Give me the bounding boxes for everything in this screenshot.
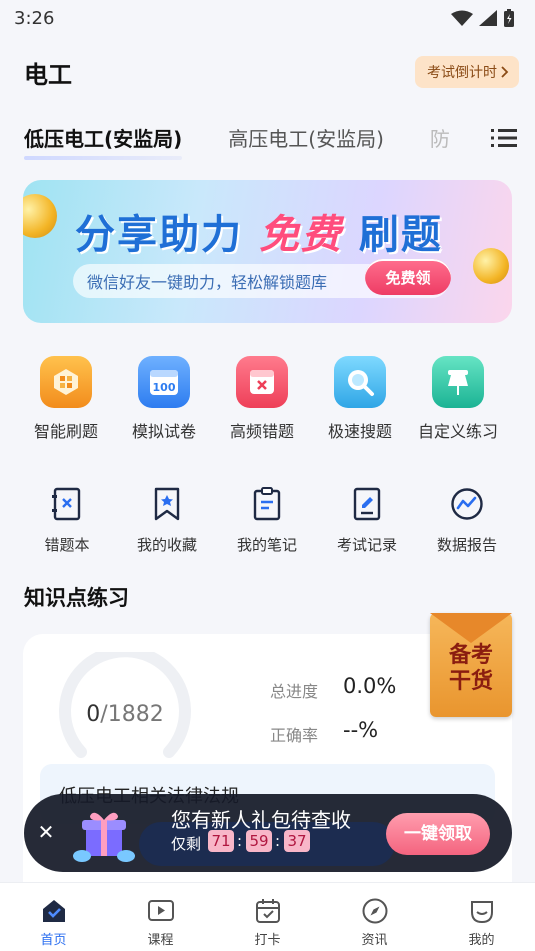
- feature-frequent-mistakes[interactable]: 高频错题: [213, 356, 311, 442]
- home-icon: [42, 900, 65, 922]
- feature-grid: 智能刷题 100 模拟试卷 高频错题 极速搜题 自定义练习: [0, 356, 535, 442]
- status-bar: 3:26: [0, 0, 535, 36]
- progress-total: /1882: [100, 702, 164, 727]
- share-promo-banner[interactable]: 分享助力 免费 刷题 微信好友一键助力，轻松解锁题库 免费领: [23, 180, 512, 323]
- feature-label: 模拟试卷: [131, 422, 196, 441]
- new-user-gift-toast[interactable]: ✕ 您有新人礼包待查收 仅剩 71 : 59 : 37 一键领取: [24, 794, 512, 872]
- tool-label: 数据报告: [436, 536, 497, 554]
- close-icon[interactable]: ✕: [34, 820, 58, 844]
- tab-menu-icon[interactable]: [491, 128, 517, 148]
- bookmark-icon: [147, 484, 187, 524]
- data-report-icon: [447, 484, 487, 524]
- feature-label: 自定义练习: [417, 422, 498, 441]
- quick-search-icon: [334, 356, 386, 408]
- bottom-nav: 首页 课程 打卡 资讯 我的: [0, 882, 535, 951]
- smart-practice-icon: [40, 356, 92, 408]
- tool-notes[interactable]: 我的笔记: [217, 484, 317, 555]
- accuracy-label: 正确率: [270, 726, 319, 745]
- pouch-label: 备考 干货: [430, 643, 512, 695]
- frequent-mistakes-icon: [236, 356, 288, 408]
- feature-label: 高频错题: [229, 422, 294, 441]
- exam-countdown-label: 考试倒计时: [427, 65, 497, 81]
- tools-grid: 错题本 我的收藏 我的笔记 考试记录 数据报告: [0, 484, 535, 555]
- app-header: 电工 考试倒计时: [0, 46, 535, 98]
- nav-label: 课程: [147, 933, 174, 948]
- promo-remain-label: 仅剩: [171, 835, 202, 853]
- accuracy-value: --%: [343, 718, 379, 742]
- nav-label: 我的: [468, 933, 495, 948]
- subject-tabs: 低压电工(安监局) 高压电工(安监局) 防: [0, 112, 535, 162]
- nav-label: 资讯: [361, 933, 388, 948]
- news-compass-icon: [362, 898, 387, 924]
- timer-hours: 71: [208, 830, 234, 852]
- tab-explosion-proof[interactable]: 防: [430, 123, 450, 152]
- tool-bookmarks[interactable]: 我的收藏: [117, 484, 217, 555]
- chevron-right-icon: [501, 66, 509, 78]
- coin-decoration-left: [23, 194, 57, 238]
- feature-label: 极速搜题: [327, 422, 392, 441]
- progress-count: 0/1882: [57, 702, 193, 727]
- nav-course[interactable]: 课程: [107, 883, 214, 951]
- profile-icon: [470, 901, 493, 924]
- progress-value: 0.0%: [343, 674, 397, 698]
- pouch-line2: 干货: [448, 669, 493, 694]
- wifi-icon: [451, 10, 473, 26]
- tool-label: 考试记录: [336, 536, 397, 554]
- progress-label: 总进度: [270, 682, 319, 701]
- exam-countdown-button[interactable]: 考试倒计时: [415, 56, 519, 88]
- feature-quick-search[interactable]: 极速搜题: [311, 356, 409, 442]
- promo-title: 您有新人礼包待查收: [171, 808, 351, 832]
- nav-news[interactable]: 资讯: [321, 883, 428, 951]
- tool-data-report[interactable]: 数据报告: [417, 484, 517, 555]
- custom-practice-icon: [432, 356, 484, 408]
- exam-record-icon: [347, 484, 387, 524]
- section-title-knowledge: 知识点练习: [24, 586, 129, 610]
- feature-mock-exam[interactable]: 100 模拟试卷: [115, 356, 213, 442]
- tab-low-voltage[interactable]: 低压电工(安监局): [24, 123, 183, 160]
- nav-label: 打卡: [254, 933, 281, 948]
- nav-profile[interactable]: 我的: [428, 883, 535, 951]
- tool-label: 我的收藏: [136, 536, 197, 554]
- tool-exam-record[interactable]: 考试记录: [317, 484, 417, 555]
- status-icons: [451, 8, 515, 28]
- tool-label: 我的笔记: [236, 536, 297, 554]
- feature-label: 智能刷题: [33, 422, 98, 441]
- timer-minutes: 59: [246, 830, 272, 852]
- feature-custom-practice[interactable]: 自定义练习: [409, 356, 507, 442]
- tab-high-voltage[interactable]: 高压电工(安监局): [228, 123, 384, 152]
- timer-separator: :: [237, 832, 243, 850]
- banner-title-part3: 刷题: [358, 212, 443, 258]
- banner-title-part2: 免费: [258, 212, 343, 258]
- feature-smart-practice[interactable]: 智能刷题: [17, 356, 115, 442]
- gift-box-icon: [73, 812, 135, 862]
- checkin-icon: [255, 899, 280, 923]
- banner-title-part1: 分享助力: [75, 212, 243, 258]
- notes-icon: [247, 484, 287, 524]
- signal-icon: [479, 10, 497, 26]
- page-title: 电工: [24, 60, 72, 89]
- svg-text:100: 100: [153, 381, 176, 394]
- progress-done: 0: [86, 702, 101, 727]
- course-icon: [147, 900, 174, 921]
- timer-separator: :: [275, 832, 281, 850]
- mistake-book-icon: [47, 484, 87, 524]
- nav-home[interactable]: 首页: [0, 883, 107, 951]
- banner-title: 分享助力 免费 刷题: [75, 202, 443, 260]
- status-time: 3:26: [14, 7, 55, 29]
- tool-mistake-book[interactable]: 错题本: [17, 484, 117, 555]
- mock-exam-icon: 100: [138, 356, 190, 408]
- nav-label: 首页: [40, 933, 67, 948]
- claim-gift-button[interactable]: 一键领取: [386, 813, 490, 855]
- study-materials-pouch[interactable]: 备考 干货: [430, 613, 512, 717]
- battery-icon: [504, 9, 514, 27]
- pouch-line1: 备考: [448, 643, 493, 668]
- tool-label: 错题本: [44, 536, 90, 554]
- coin-decoration-right: [473, 248, 509, 284]
- nav-checkin[interactable]: 打卡: [214, 883, 321, 951]
- free-claim-button[interactable]: 免费领: [365, 259, 451, 295]
- timer-seconds: 37: [284, 830, 310, 852]
